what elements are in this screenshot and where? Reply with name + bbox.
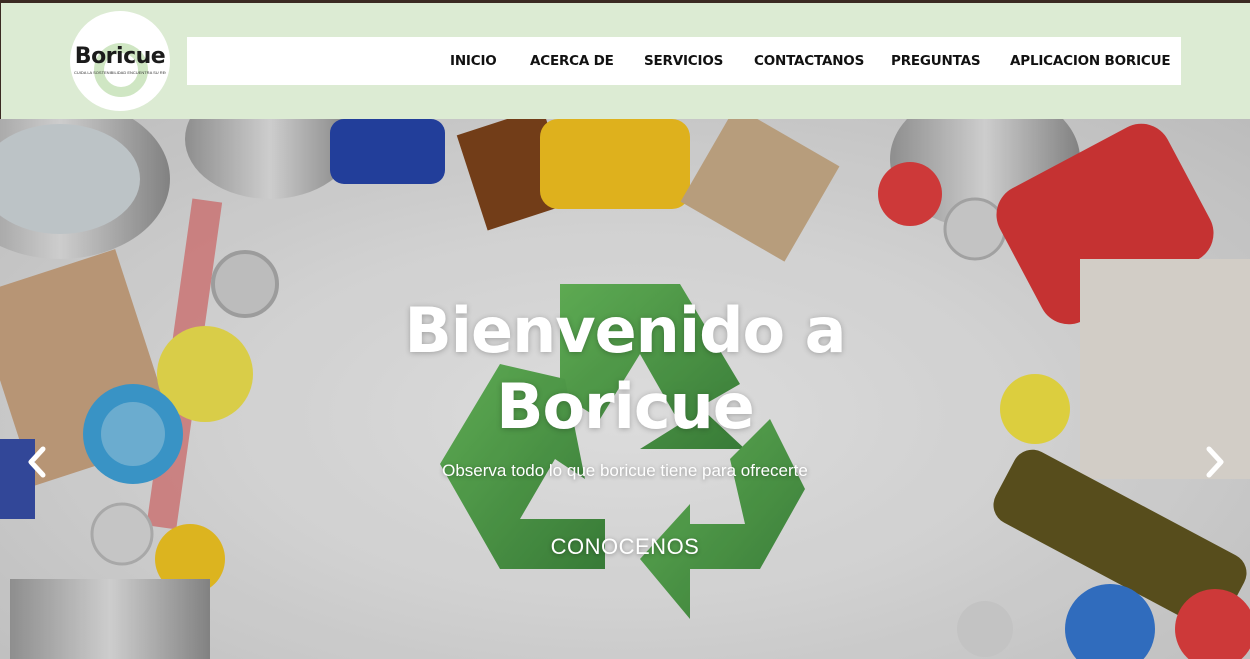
hero-title: Bienvenido a Boricue (325, 293, 925, 445)
nav-item-aplicacion-boricue[interactable]: APLICACION BORICUE (1010, 37, 1171, 85)
hero-carousel: Bienvenido a Boricue Observa todo lo que… (0, 119, 1250, 659)
nav-item-servicios[interactable]: SERVICIOS (644, 37, 723, 85)
nav-item-acerca-de[interactable]: ACERCA DE (530, 37, 614, 85)
carousel-prev-button[interactable] (22, 445, 52, 479)
chevron-left-icon (28, 446, 46, 478)
nav-item-contactanos[interactable]: CONTACTANOS (754, 37, 864, 85)
carousel-next-button[interactable] (1200, 445, 1230, 479)
chevron-right-icon (1206, 446, 1224, 478)
page: Boricue CUIDA LA SOSTENIBILIDAD ENCUENTR… (0, 0, 1250, 659)
brand-tagline: CUIDA LA SOSTENIBILIDAD ENCUENTRA SU REC… (74, 70, 166, 75)
hero-subtitle: Observa todo lo que boricue tiene para o… (442, 461, 808, 480)
nav-item-preguntas[interactable]: PREGUNTAS (891, 37, 981, 85)
site-header: Boricue CUIDA LA SOSTENIBILIDAD ENCUENTR… (1, 3, 1250, 119)
hero-title-line1: Bienvenido a (404, 294, 847, 367)
brand-logo[interactable]: Boricue CUIDA LA SOSTENIBILIDAD ENCUENTR… (70, 11, 170, 111)
hero-title-line2: Boricue (496, 370, 755, 443)
nav-item-inicio[interactable]: INICIO (450, 37, 497, 85)
brand-name: Boricue (74, 44, 166, 69)
conocenos-button[interactable]: CONOCENOS (525, 531, 725, 563)
main-nav: INICIO ACERCA DE SERVICIOS CONTACTANOS P… (187, 37, 1181, 85)
